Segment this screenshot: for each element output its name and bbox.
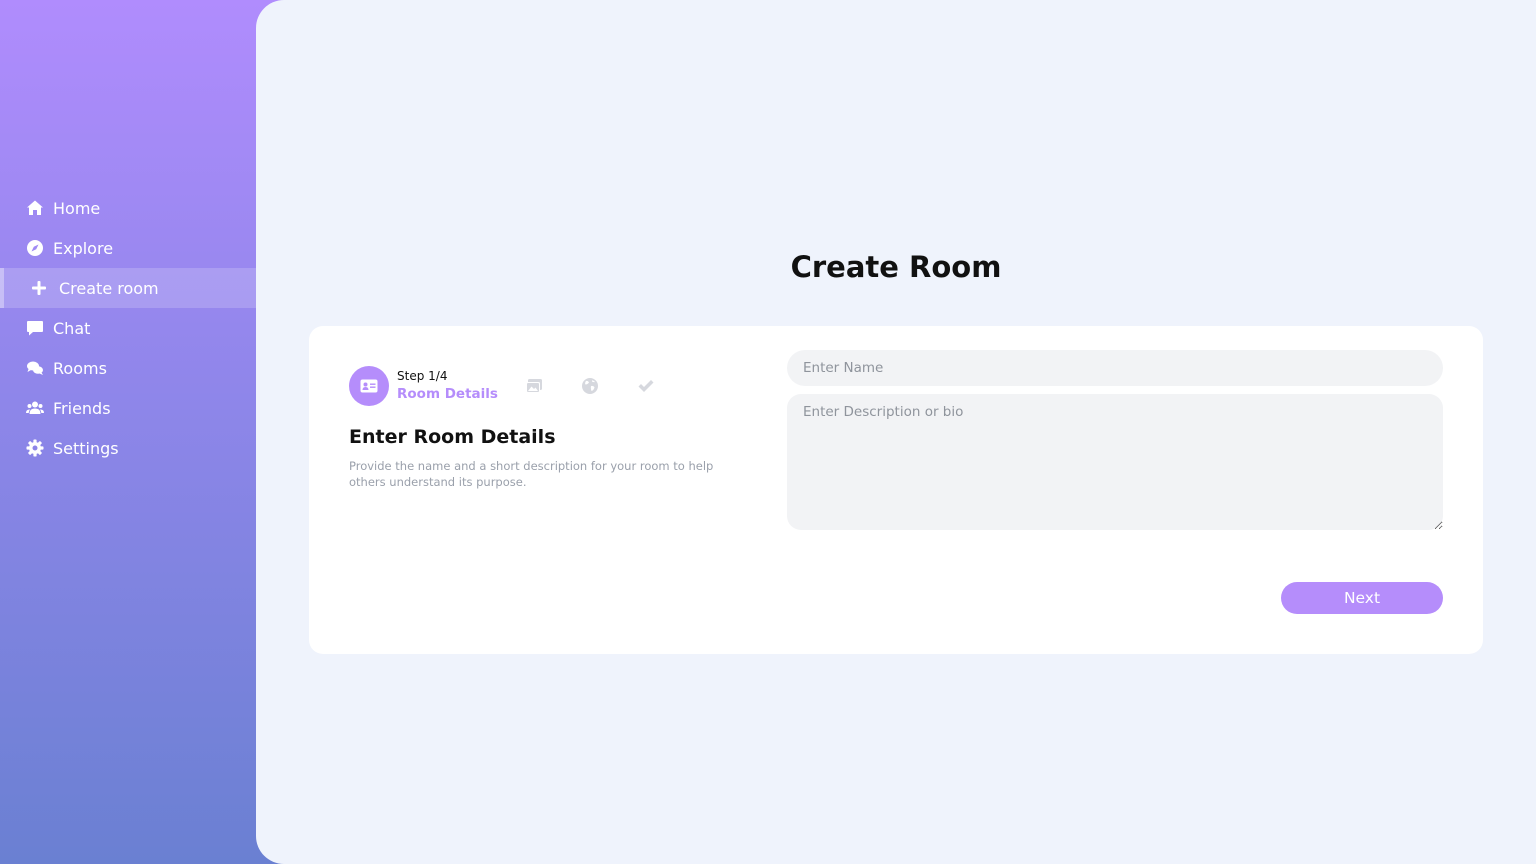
next-button[interactable]: Next xyxy=(1281,582,1443,614)
main-content: Create Room Step 1/4 Room Details Enter … xyxy=(256,0,1536,864)
chat-icon xyxy=(26,319,44,337)
sidebar-item-settings[interactable]: Settings xyxy=(0,428,256,468)
home-icon xyxy=(26,199,44,217)
room-name-input[interactable] xyxy=(787,350,1443,386)
stepper: Step 1/4 Room Details xyxy=(349,366,655,406)
plus-icon xyxy=(30,279,48,297)
sidebar-item-explore[interactable]: Explore xyxy=(0,228,256,268)
images-icon xyxy=(525,377,543,395)
step-label: Step 1/4 Room Details xyxy=(397,368,498,404)
comments-icon xyxy=(26,359,44,377)
sidebar-item-friends[interactable]: Friends xyxy=(0,388,256,428)
check-icon xyxy=(637,377,655,395)
sidebar-item-label: Create room xyxy=(59,278,159,298)
sidebar-item-chat[interactable]: Chat xyxy=(0,308,256,348)
sidebar-item-rooms[interactable]: Rooms xyxy=(0,348,256,388)
sidebar-item-home[interactable]: Home xyxy=(0,188,256,228)
sidebar: Home Explore Create room Chat Rooms Frie… xyxy=(0,0,256,864)
step-name: Room Details xyxy=(397,386,498,402)
sidebar-item-label: Rooms xyxy=(53,358,107,378)
sidebar-item-label: Settings xyxy=(53,438,119,458)
create-room-card: Step 1/4 Room Details Enter Room Details… xyxy=(309,326,1483,654)
step-1-indicator xyxy=(349,366,389,406)
details-title: Enter Room Details xyxy=(349,426,556,448)
id-card-icon xyxy=(360,379,378,393)
sidebar-item-label: Friends xyxy=(53,398,111,418)
sidebar-item-label: Home xyxy=(53,198,101,218)
gear-icon xyxy=(26,439,44,457)
globe-icon xyxy=(581,377,599,395)
compass-icon xyxy=(26,239,44,257)
sidebar-item-label: Explore xyxy=(53,238,114,258)
sidebar-nav: Home Explore Create room Chat Rooms Frie… xyxy=(0,188,256,468)
step-count: Step 1/4 xyxy=(397,369,448,383)
users-icon xyxy=(26,399,44,417)
sidebar-item-create-room[interactable]: Create room xyxy=(0,268,256,308)
room-description-input[interactable] xyxy=(787,394,1443,530)
page-title: Create Room xyxy=(790,250,1002,284)
details-description: Provide the name and a short description… xyxy=(349,459,714,489)
sidebar-item-label: Chat xyxy=(53,318,91,338)
